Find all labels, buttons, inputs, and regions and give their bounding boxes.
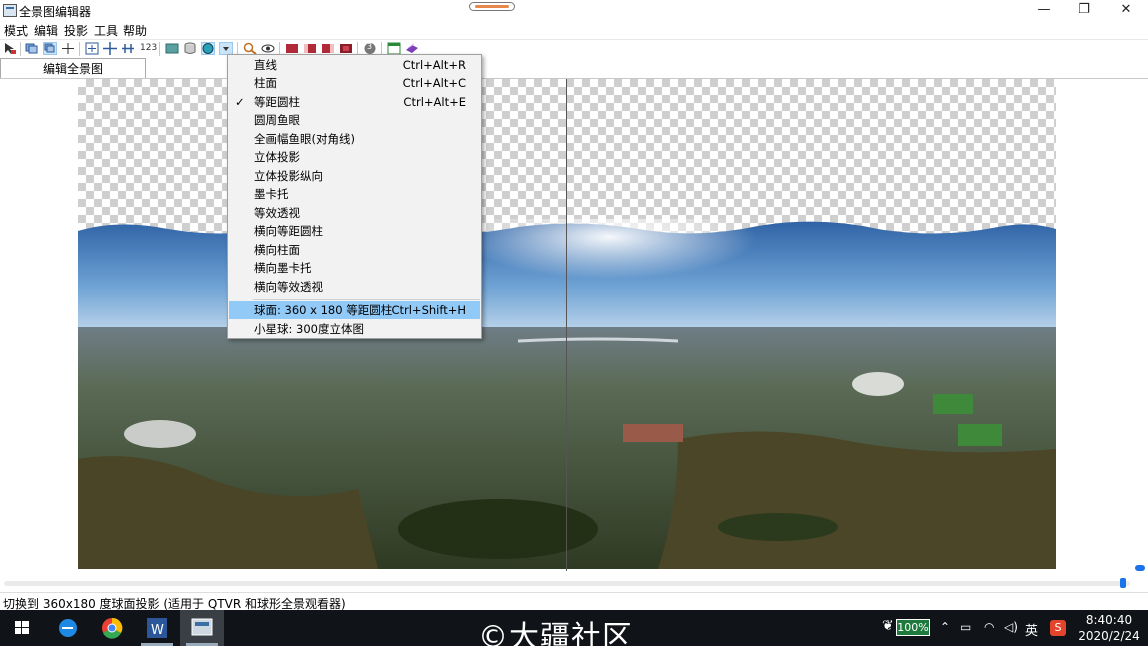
menu-item-rectilinear[interactable]: 直线 Ctrl+Alt+R [229, 56, 480, 74]
svg-text:W: W [151, 623, 164, 638]
menu-mode[interactable]: 模式 [4, 22, 28, 39]
title-bar: 全景图编辑器 — ❐ ✕ [0, 0, 1148, 22]
battery-indicator[interactable]: 100% [896, 619, 930, 636]
menu-item-equal-perspective[interactable]: 等效透视 [229, 204, 480, 222]
menu-item-transverse-mercator[interactable]: 横向墨卡托 [229, 259, 480, 277]
menu-item-transverse-cylindrical[interactable]: 横向柱面 [229, 241, 480, 259]
panorama-drawing [78, 219, 1056, 569]
layers-active-icon[interactable] [43, 42, 57, 55]
panorama-image[interactable] [78, 79, 1056, 569]
battery-icon[interactable]: ▭ [960, 620, 971, 634]
fit-icon[interactable] [85, 42, 99, 55]
menu-item-cylindrical[interactable]: 柱面 Ctrl+Alt+C [229, 74, 480, 92]
projection-menu: 直线 Ctrl+Alt+R 柱面 Ctrl+Alt+C ✓ 等距圆柱 Ctrl+Alt… [227, 54, 482, 339]
menu-item-mercator[interactable]: 墨卡托 [229, 185, 480, 203]
menu-item-sphere-360x180[interactable]: 球面: 360 x 180 等距圆柱 Ctrl+Shift+H [229, 301, 480, 319]
straighten-icon[interactable] [121, 42, 135, 55]
clock-time: 8:40:40 [1085, 613, 1133, 627]
word-icon[interactable]: W [135, 610, 179, 646]
move-icon[interactable] [103, 42, 117, 55]
minimize-button[interactable]: — [1026, 0, 1062, 22]
leaf-icon[interactable]: ❦ [882, 618, 894, 634]
start-button[interactable] [0, 610, 44, 646]
menu-item-transverse-equirectangular[interactable]: 横向等距圆柱 [229, 222, 480, 240]
center-guide-line[interactable] [566, 79, 567, 571]
panorama-canvas[interactable] [0, 79, 1148, 577]
horizontal-scrollbar[interactable] [4, 581, 1130, 586]
menu-item-equirectangular[interactable]: ✓ 等距圆柱 Ctrl+Alt+E [229, 93, 480, 111]
toolbar: 123 3 [0, 39, 1148, 58]
check-icon: ✓ [235, 95, 245, 109]
layers-icon[interactable] [25, 42, 39, 55]
panorama-editor-taskbar-icon[interactable] [180, 610, 224, 646]
taskbar: W ©大疆社区 ❦ 100% ⌃ ▭ ◠ ◁) 英 S 8:40:40 2020… [0, 610, 1148, 655]
select-tool-icon[interactable] [3, 42, 17, 55]
chrome-icon[interactable] [90, 610, 134, 646]
numeric-transform-label[interactable]: 123 [140, 43, 157, 53]
status-bar: 切换到 360x180 度球面投影 (适用于 QTVR 和球形全景观看器) [0, 592, 1148, 611]
tab-edit-panorama[interactable]: 编辑全景图 [0, 58, 146, 78]
menu-projection[interactable]: 投影 [64, 22, 88, 39]
ime-indicator[interactable]: 英 [1025, 620, 1038, 639]
app-icon [3, 4, 17, 17]
vertical-scroll-thumb[interactable] [1135, 565, 1145, 571]
volume-icon[interactable]: ◁) [1004, 620, 1018, 634]
sphere-icon[interactable] [201, 42, 215, 55]
crosshair-icon[interactable] [61, 42, 75, 55]
network-icon[interactable]: ◠ [984, 620, 994, 634]
close-button[interactable]: ✕ [1108, 0, 1144, 22]
maximize-button[interactable]: ❐ [1066, 0, 1102, 22]
clock[interactable]: 8:40:40 2020/2/24 [1078, 612, 1140, 644]
menu-tools[interactable]: 工具 [94, 22, 118, 39]
menu-item-circular-fisheye[interactable]: 圆周鱼眼 [229, 111, 480, 129]
clock-date: 2020/2/24 [1078, 629, 1140, 643]
horizontal-scroll-thumb[interactable] [1120, 578, 1126, 588]
watermark-text: ©大疆社区 [478, 620, 633, 655]
window-title: 全景图编辑器 [19, 5, 92, 19]
tab-strip: 编辑全景图 [0, 58, 1148, 79]
menu-help[interactable]: 帮助 [123, 22, 147, 39]
cylinder-icon[interactable] [183, 42, 197, 55]
menu-bar: 模式 编辑 投影 工具 帮助 [0, 21, 1148, 38]
menu-item-stereographic-vertical[interactable]: 立体投影纵向 [229, 167, 480, 185]
sogou-icon[interactable]: S [1050, 620, 1066, 636]
edge-browser-icon[interactable] [46, 610, 90, 646]
recording-indicator [469, 2, 515, 11]
menu-item-stereographic[interactable]: 立体投影 [229, 148, 480, 166]
show-hidden-icons-icon[interactable]: ⌃ [940, 620, 950, 634]
menu-item-fullframe-fisheye[interactable]: 全画幅鱼眼(对角线) [229, 130, 480, 148]
rectilinear-icon[interactable] [165, 42, 179, 55]
menu-separator [253, 299, 480, 300]
menu-edit[interactable]: 编辑 [34, 22, 58, 39]
menu-item-little-planet[interactable]: 小星球: 300度立体图 [229, 320, 480, 338]
menu-item-transverse-equal-perspective[interactable]: 横向等效透视 [229, 278, 480, 296]
